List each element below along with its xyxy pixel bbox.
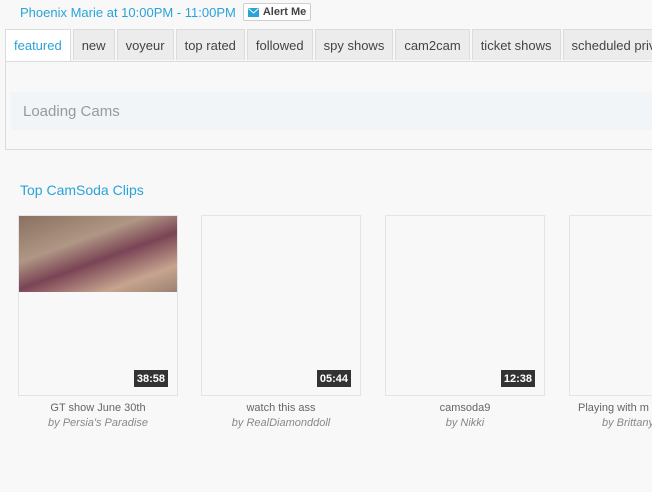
tab-cam2cam[interactable]: cam2cam [395,29,470,60]
clip-card[interactable]: 38:58 GT show June 30th by Persia's Para… [18,215,178,429]
loading-cams-message: Loading Cams [11,92,652,130]
clip-duration: 05:44 [316,370,351,387]
alert-me-label: Alert Me [262,6,307,18]
clip-title[interactable]: GT show June 30th [18,402,178,414]
category-tabs: featured new voyeur top rated followed s… [5,29,652,61]
tab-scheduled-private[interactable]: scheduled private [562,29,652,60]
tab-new[interactable]: new [72,29,115,60]
clips-heading: Top CamSoda Clips [20,182,144,198]
clip-card[interactable]: 12:38 camsoda9 by Nikki [385,215,545,429]
tab-voyeur[interactable]: voyeur [116,29,174,60]
alert-me-button[interactable]: Alert Me [242,3,312,21]
tab-ticket-shows[interactable]: ticket shows [471,29,561,60]
clip-author[interactable]: by Nikki [385,417,545,429]
clip-author[interactable]: by Brittany [569,417,652,429]
clip-title[interactable]: watch this ass [201,402,361,414]
clip-author[interactable]: by Persia's Paradise [18,417,178,429]
clip-author[interactable]: by RealDiamonddoll [201,417,361,429]
clip-duration: 38:58 [133,370,168,387]
clip-title[interactable]: Playing with m [569,402,652,414]
tab-spy-shows[interactable]: spy shows [314,29,394,60]
tab-featured[interactable]: featured [5,29,71,61]
clip-duration: 12:38 [500,370,535,387]
clip-title[interactable]: camsoda9 [385,402,545,414]
clip-card[interactable]: 05:44 watch this ass by RealDiamonddoll [201,215,361,429]
tab-followed[interactable]: followed [246,29,313,60]
scheduled-show-link[interactable]: Phoenix Marie at 10:00PM - 11:00PM [20,5,236,20]
clip-card[interactable]: Playing with m by Brittany [569,215,652,429]
clip-thumbnail[interactable]: 05:44 [201,215,361,396]
tab-top-rated[interactable]: top rated [175,29,245,60]
envelope-icon [247,7,259,17]
clip-thumbnail[interactable]: 38:58 [18,215,178,396]
clip-preview-image [19,216,177,292]
clip-thumbnail[interactable] [569,215,652,396]
cams-panel: Loading Cams [5,61,652,150]
schedule-bar: Phoenix Marie at 10:00PM - 11:00PM Alert… [20,3,312,21]
clip-thumbnail[interactable]: 12:38 [385,215,545,396]
